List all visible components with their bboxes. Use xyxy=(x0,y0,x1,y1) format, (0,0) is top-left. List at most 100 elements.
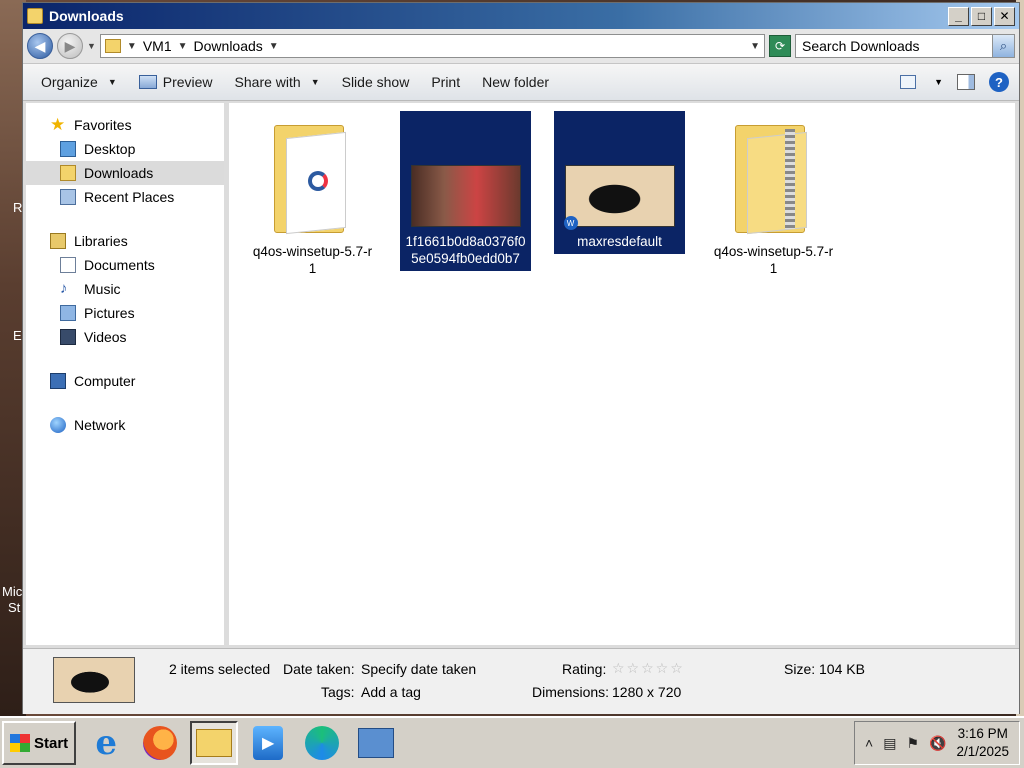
desktop-icon xyxy=(60,141,76,157)
breadcrumb-vm1[interactable]: VM1 xyxy=(143,38,172,54)
taskbar-media-player[interactable]: ▶ xyxy=(244,721,292,765)
nav-computer[interactable]: Computer xyxy=(26,369,224,393)
chevron-down-icon[interactable]: ▼ xyxy=(269,41,279,52)
nav-documents[interactable]: Documents xyxy=(26,253,224,277)
desktop-icon-label[interactable]: E xyxy=(13,328,22,343)
show-hidden-icons-chevron-icon[interactable]: ˄ xyxy=(865,735,873,751)
videos-icon xyxy=(60,329,76,345)
breadcrumb-downloads[interactable]: Downloads xyxy=(194,38,263,54)
nav-network[interactable]: Network xyxy=(26,413,224,437)
search-input[interactable] xyxy=(796,38,992,54)
desktop-icon-label[interactable]: Mic xyxy=(2,584,22,599)
folder-icon xyxy=(104,39,121,53)
taskbar-internet-explorer[interactable]: e xyxy=(82,721,130,765)
nav-label: Desktop xyxy=(84,141,136,157)
action-center-flag-icon[interactable]: ⚑ xyxy=(906,735,919,752)
search-box: ⌕ xyxy=(795,34,1015,58)
address-field[interactable]: ▼ VM1 ▼ Downloads ▼ ▼ xyxy=(99,34,765,58)
recent-places-icon xyxy=(60,189,76,205)
nav-downloads[interactable]: Downloads xyxy=(26,161,224,185)
print-button[interactable]: Print xyxy=(423,71,468,93)
minimize-button[interactable]: _ xyxy=(948,6,969,26)
dimensions-value: 1280 x 720 xyxy=(612,684,682,700)
refresh-icon[interactable]: ⟳ xyxy=(769,35,791,57)
taskbar: Start e ▶ ˄ ▤ ⚑ 🔇 3:16 PM 2/1/2025 xyxy=(0,716,1024,768)
start-label: Start xyxy=(34,734,69,752)
photo-viewer-badge-icon: W xyxy=(563,216,578,230)
explorer-body: ★ Favorites Desktop Downloads Recent Pla… xyxy=(23,101,1019,647)
dimensions-label: Dimensions: xyxy=(532,684,610,700)
chevron-right-icon[interactable]: ▼ xyxy=(127,41,137,52)
share-with-button[interactable]: Share with ▼ xyxy=(227,71,328,93)
nav-label: Downloads xyxy=(84,165,154,181)
taskbar-remote-desktop[interactable] xyxy=(352,721,400,765)
network-status-icon[interactable]: ▤ xyxy=(883,735,896,752)
view-options-chevron-icon[interactable]: ▼ xyxy=(934,77,943,87)
nav-label: Documents xyxy=(84,257,155,273)
title-bar[interactable]: Downloads _ □ ✕ xyxy=(23,3,1019,29)
forward-arrow-icon[interactable]: ▶ xyxy=(57,33,83,59)
nav-recent-places[interactable]: Recent Places xyxy=(26,185,224,209)
folder-icon xyxy=(27,8,43,24)
date-taken-label: Date taken: xyxy=(283,661,355,677)
chevron-down-icon: ▼ xyxy=(310,77,320,87)
clock-time: 3:16 PM xyxy=(957,726,1008,741)
start-button[interactable]: Start xyxy=(2,721,77,765)
nav-music[interactable]: ♪ Music xyxy=(26,277,224,301)
chevron-right-icon[interactable]: ▼ xyxy=(178,41,188,52)
nav-favorites[interactable]: ★ Favorites xyxy=(26,113,224,137)
search-icon[interactable]: ⌕ xyxy=(992,35,1014,57)
nav-label: Favorites xyxy=(74,117,132,133)
slide-show-button[interactable]: Slide show xyxy=(334,71,418,93)
explorer-window: Downloads _ □ ✕ ◀ ▶ ▼ ▼ VM1 ▼ Downloads … xyxy=(22,2,1020,714)
back-arrow-icon[interactable]: ◀ xyxy=(27,33,53,59)
zip-folder-icon xyxy=(733,121,815,241)
close-button[interactable]: ✕ xyxy=(994,6,1015,26)
nav-label: Libraries xyxy=(74,233,128,249)
clock-date: 2/1/2025 xyxy=(956,744,1009,759)
change-view-icon[interactable] xyxy=(900,75,917,89)
address-bar: ◀ ▶ ▼ ▼ VM1 ▼ Downloads ▼ ▼ ⟳ ⌕ xyxy=(23,29,1019,63)
rating-stars[interactable]: ☆☆☆☆☆ xyxy=(612,660,685,677)
preview-button[interactable]: Preview xyxy=(131,71,221,93)
recent-pages-chevron-icon[interactable]: ▼ xyxy=(87,41,96,51)
remote-desktop-icon xyxy=(358,728,395,758)
chevron-down-icon: ▼ xyxy=(107,77,117,87)
file-item-image[interactable]: W maxresdefault xyxy=(554,111,685,254)
desktop-icon-label[interactable]: R xyxy=(13,200,22,215)
file-name: q4os-winsetup-5.7-r1 xyxy=(252,244,373,276)
organize-button[interactable]: Organize ▼ xyxy=(33,71,125,93)
command-bar: Organize ▼ Preview Share with ▼ Slide sh… xyxy=(23,63,1019,101)
file-item-zip[interactable]: q4os-winsetup-5.7-r1 xyxy=(708,111,839,281)
nav-pictures[interactable]: Pictures xyxy=(26,301,224,325)
taskbar-firefox[interactable] xyxy=(136,721,184,765)
nav-libraries[interactable]: Libraries xyxy=(26,229,224,253)
downloads-folder-icon xyxy=(60,165,76,181)
help-icon[interactable]: ? xyxy=(989,72,1009,92)
pictures-icon xyxy=(60,305,76,321)
image-thumbnail xyxy=(410,165,521,227)
window-title: Downloads xyxy=(49,8,124,24)
firefox-icon xyxy=(143,726,178,760)
details-pane: 2 items selected Date taken: Specify dat… xyxy=(23,648,1019,714)
size-label: Size: xyxy=(784,661,816,677)
nav-desktop[interactable]: Desktop xyxy=(26,137,224,161)
file-item-folder[interactable]: q4os-winsetup-5.7-r1 xyxy=(247,111,378,281)
nav-videos[interactable]: Videos xyxy=(26,325,224,349)
new-folder-button[interactable]: New folder xyxy=(474,71,557,93)
preview-pane-icon[interactable] xyxy=(957,74,975,90)
nav-label: Network xyxy=(74,417,126,433)
taskbar-edge[interactable] xyxy=(298,721,346,765)
desktop-icon-label[interactable]: St xyxy=(8,600,20,615)
file-item-image[interactable]: 1f1661b0d8a0376f05e0594fb0edd0b7 xyxy=(400,111,531,271)
clock[interactable]: 3:16 PM 2/1/2025 xyxy=(956,725,1009,761)
volume-muted-icon[interactable]: 🔇 xyxy=(929,735,946,752)
maximize-button[interactable]: □ xyxy=(971,6,992,26)
taskbar-windows-explorer[interactable] xyxy=(190,721,239,765)
favorites-group: ★ Favorites Desktop Downloads Recent Pla… xyxy=(26,113,224,209)
windows-logo-icon xyxy=(10,734,30,752)
nav-label: Pictures xyxy=(84,305,135,321)
address-history-chevron-icon[interactable]: ▼ xyxy=(750,41,760,52)
tags-value[interactable]: Add a tag xyxy=(361,684,421,700)
date-taken-value[interactable]: Specify date taken xyxy=(361,661,476,677)
